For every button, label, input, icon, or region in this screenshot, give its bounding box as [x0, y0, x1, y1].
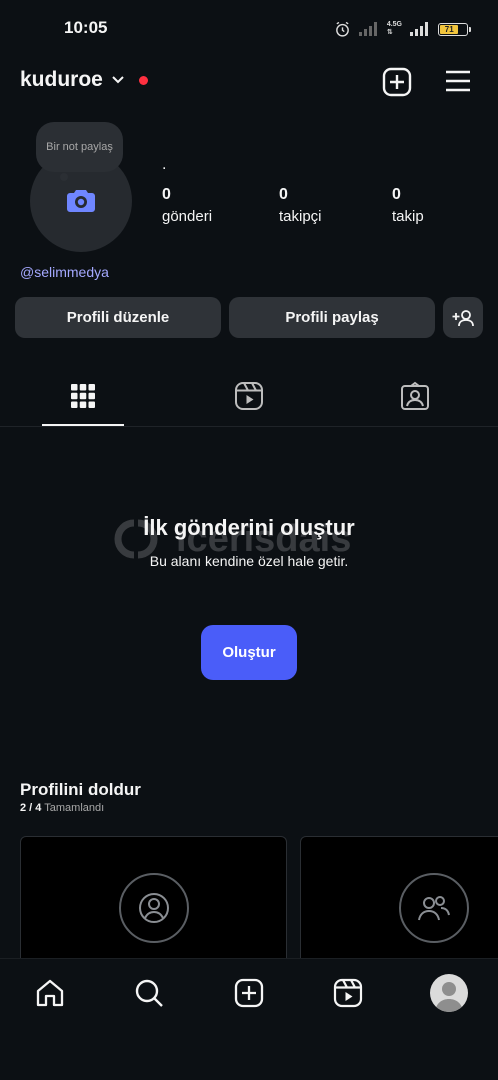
bottom-nav	[0, 958, 498, 1080]
menu-icon	[446, 70, 470, 92]
nav-create[interactable]	[229, 975, 269, 1011]
new-post-button[interactable]	[381, 66, 413, 98]
home-icon	[36, 979, 64, 1007]
stat-label: gönderi	[162, 208, 213, 225]
menu-button[interactable]	[443, 67, 473, 95]
create-post-button[interactable]: Oluştur	[201, 625, 297, 680]
people-icon	[418, 896, 450, 921]
profile-photo-icon	[139, 893, 169, 923]
empty-state-title: İlk gönderini oluştur	[143, 515, 355, 540]
camera-icon	[67, 190, 95, 212]
threads-handle-link[interactable]: @selimmedya	[20, 264, 109, 280]
discover-people-button[interactable]	[443, 297, 483, 338]
create-icon	[234, 978, 264, 1008]
account-switcher[interactable]: kuduroe	[20, 68, 148, 92]
stat-value: 0	[162, 186, 171, 203]
stat-posts[interactable]: 0 gönderi	[162, 186, 212, 225]
stat-label: takip	[392, 208, 424, 225]
nav-search[interactable]	[129, 975, 169, 1011]
reels-icon	[333, 978, 363, 1008]
battery-icon: 71	[438, 22, 471, 36]
alarm-icon	[335, 21, 349, 37]
share-profile-button[interactable]: Profili paylaş	[229, 297, 435, 338]
reels-icon	[235, 382, 263, 410]
data-arrows-icon: ⇅	[386, 29, 393, 36]
username: kuduroe	[20, 68, 103, 91]
signal-weak-icon	[358, 22, 377, 36]
progress-label: Tamamlandı	[44, 802, 105, 814]
tab-reels[interactable]	[228, 376, 270, 416]
tab-tagged[interactable]	[394, 376, 436, 416]
stat-label: takipçi	[279, 208, 322, 225]
battery-level: 71	[440, 24, 459, 34]
stat-value: 0	[279, 186, 288, 203]
grid-icon	[71, 384, 95, 408]
complete-profile-title: Profilini doldur	[20, 780, 141, 799]
card-icon-ring	[399, 873, 469, 943]
stat-following[interactable]: 0 takip	[392, 186, 424, 225]
stat-value: 0	[392, 186, 401, 203]
nav-profile[interactable]	[428, 972, 470, 1014]
tagged-icon	[401, 381, 429, 410]
status-icons: 4.5G ⇅ 71	[334, 18, 471, 40]
tab-grid[interactable]	[62, 376, 104, 416]
edit-profile-button[interactable]: Profili düzenle	[15, 297, 221, 338]
network-indicator: 4.5G ⇅	[387, 21, 402, 37]
note-bubble-tail	[60, 173, 68, 181]
stat-followers[interactable]: 0 takipçi	[279, 186, 322, 225]
profile-avatar-small	[430, 974, 468, 1012]
progress-count: 2 / 4	[20, 802, 42, 814]
nav-home[interactable]	[30, 975, 70, 1011]
status-time: 10:05	[64, 18, 108, 37]
empty-state-subtitle: Bu alanı kendine özel hale getir.	[149, 553, 349, 569]
chevron-down-icon	[112, 76, 124, 84]
tab-divider	[0, 426, 498, 427]
nav-reels[interactable]	[328, 975, 368, 1011]
card-icon-ring	[119, 873, 189, 943]
complete-profile-progress: 2 / 4 Tamamlandı	[20, 802, 104, 814]
new-post-icon	[382, 67, 412, 97]
signal-strong-icon	[410, 22, 428, 36]
add-person-icon	[452, 309, 474, 326]
network-label: 4.5G	[386, 21, 402, 28]
note-bubble[interactable]: Bir not paylaş	[36, 122, 123, 172]
notification-dot	[138, 75, 148, 85]
display-name: .	[162, 156, 167, 173]
default-avatar-icon	[435, 982, 463, 1012]
search-icon	[135, 979, 163, 1007]
